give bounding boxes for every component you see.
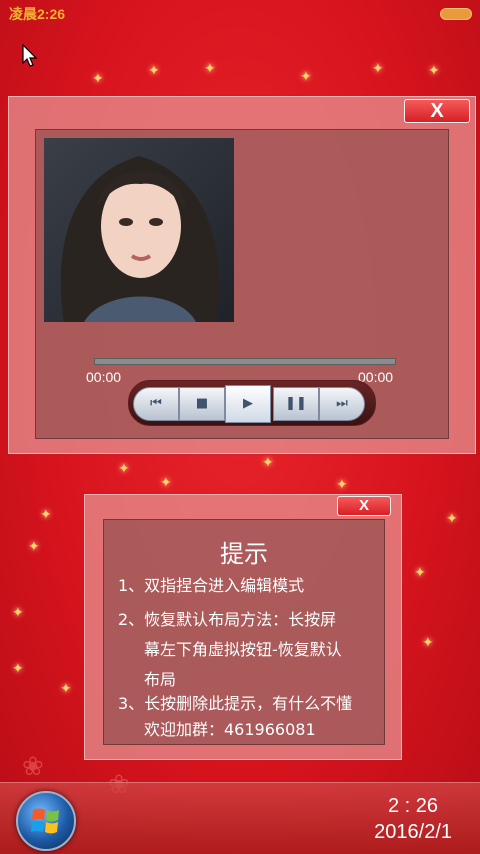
- status-bar: 凌晨2:26: [0, 0, 480, 26]
- next-icon: ⏭: [336, 396, 348, 411]
- album-art: [44, 138, 234, 322]
- taskbar-time: 2 : 26: [387, 795, 438, 817]
- taskbar-date: 2016/2/1: [374, 821, 452, 843]
- tip-close-button[interactable]: X: [337, 496, 391, 516]
- tip-dialog[interactable]: X 提示 1、双指捏合进入编辑模式 2、恢复默认布局方法：长按屏 幕左下角虚拟按…: [84, 494, 402, 760]
- music-close-button[interactable]: X: [404, 99, 470, 123]
- tip-line: 1、双指捏合进入编辑模式: [118, 576, 305, 595]
- stop-button[interactable]: ■: [179, 387, 225, 421]
- playback-controls: ⏮ ■ ▶ ❚❚ ⏭: [128, 380, 376, 426]
- previous-button[interactable]: ⏮: [133, 387, 179, 421]
- tip-line: 欢迎加群：461966081: [144, 720, 316, 739]
- tip-line: 布局: [144, 670, 177, 689]
- pause-icon: ❚❚: [285, 396, 307, 411]
- tip-panel: 提示 1、双指捏合进入编辑模式 2、恢复默认布局方法：长按屏 幕左下角虚拟按钮-…: [103, 519, 385, 745]
- tip-line: 2、恢复默认布局方法：长按屏: [118, 610, 337, 629]
- battery-icon: [440, 8, 472, 20]
- tip-line: 幕左下角虚拟按钮-恢复默认: [144, 640, 342, 659]
- previous-icon: ⏮: [150, 396, 162, 411]
- music-player-widget[interactable]: X 00:00 00:00 ⏮ ■ ▶ ❚❚ ⏭: [8, 96, 476, 454]
- tip-line: 3、长按删除此提示，有什么不懂: [118, 694, 353, 713]
- next-button[interactable]: ⏭: [319, 387, 365, 421]
- current-time: 00:00: [86, 369, 122, 385]
- progress-bar[interactable]: [94, 358, 396, 365]
- pause-button[interactable]: ❚❚: [273, 387, 319, 421]
- music-player-panel: 00:00 00:00 ⏮ ■ ▶ ❚❚ ⏭: [35, 129, 449, 439]
- start-button[interactable]: [16, 791, 76, 851]
- windows-logo-icon: [31, 808, 59, 834]
- play-button[interactable]: ▶: [225, 385, 271, 423]
- taskbar: 2 : 26 2016/2/1: [0, 782, 480, 854]
- stop-icon: ■: [195, 396, 209, 411]
- play-icon: ▶: [243, 396, 253, 411]
- tip-title: 提示: [220, 540, 268, 568]
- status-time: 凌晨2:26: [9, 6, 66, 22]
- mouse-cursor-icon: [22, 44, 38, 67]
